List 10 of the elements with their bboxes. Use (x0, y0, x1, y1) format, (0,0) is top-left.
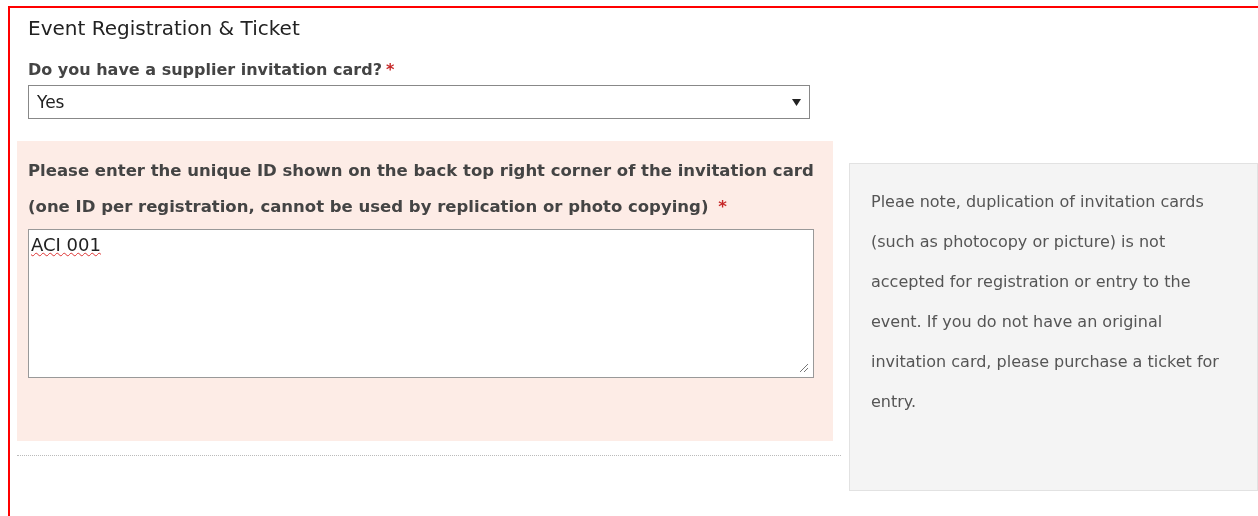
note-text: Pleae note, duplication of invitation cards (such as photocopy or picture) is not accepted for registration or entry to the event. If you do not have an original invitation card, please purchase a ticket for entry. (871, 191, 1220, 413)
field-label: Do you have a supplier invitation card? (28, 60, 382, 79)
resize-grip-icon (799, 363, 809, 373)
field-label: Please enter the unique ID shown on the back top right corner of the invitation card (one ID per registration, cannot be used by replication or photo copying) * (28, 161, 814, 216)
dropdown-field[interactable]: Yes (28, 85, 810, 119)
section-title: Event Registration & Ticket (28, 16, 301, 42)
text-area[interactable]: ACI 001 (28, 229, 814, 378)
caret-icon (792, 98, 801, 106)
required-mark: * (718, 197, 727, 216)
required-mark: * (385, 60, 395, 79)
